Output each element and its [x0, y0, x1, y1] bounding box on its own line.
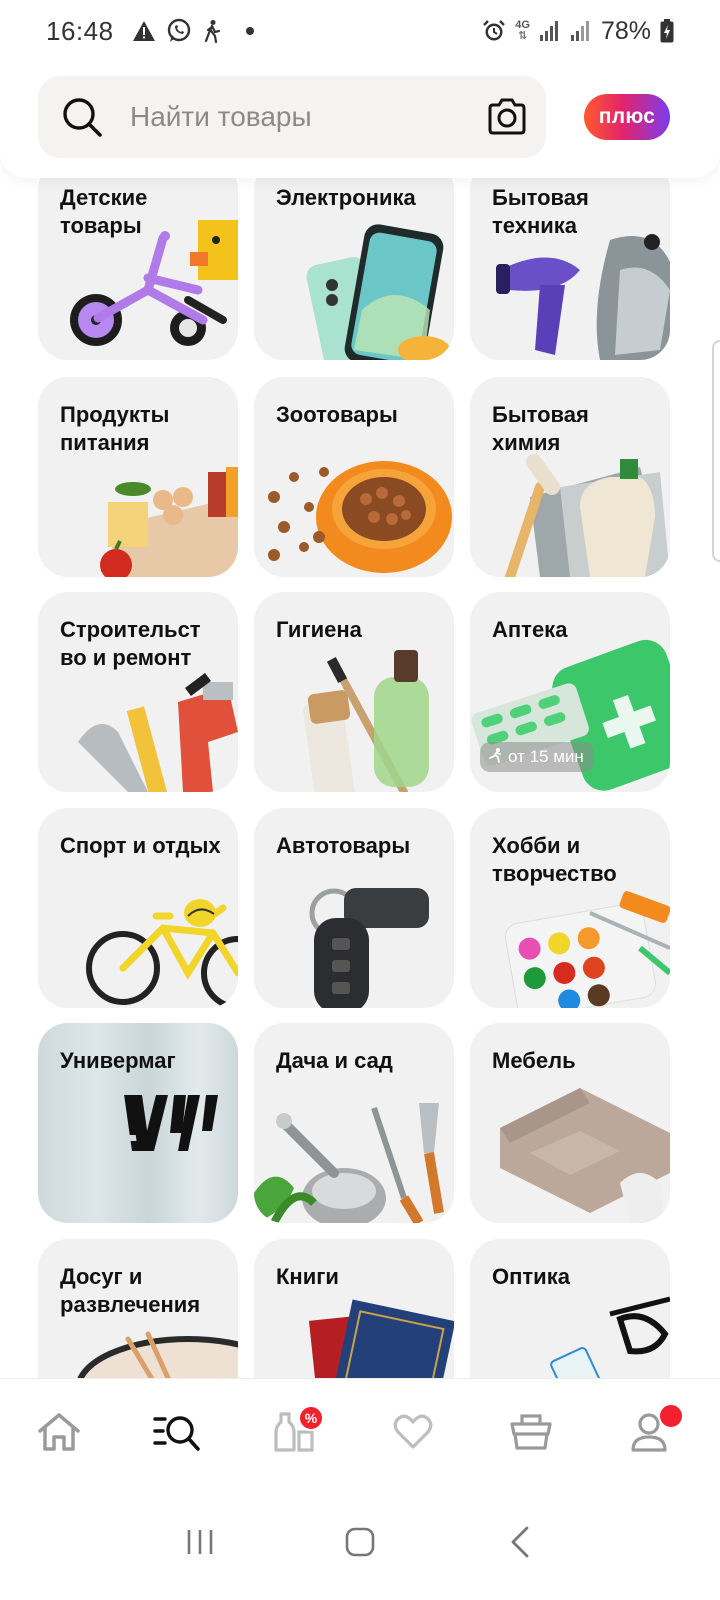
- books-image: [308, 1299, 454, 1378]
- recents-icon: [185, 1528, 215, 1561]
- category-tile-electronics[interactable]: Электроника: [254, 160, 454, 360]
- category-label: Аптека: [492, 617, 568, 642]
- category-tile-hygiene[interactable]: Гигиена: [254, 592, 454, 792]
- delivery-eta-text: от 15 мин: [508, 747, 584, 766]
- category-label: Мебель: [492, 1048, 576, 1073]
- category-label: Универмаг: [60, 1048, 176, 1073]
- bottom-nav: %: [0, 1378, 720, 1488]
- category-label: Хобби и творчество: [492, 833, 617, 886]
- nav-discounts[interactable]: %: [236, 1379, 354, 1489]
- category-label: Строительст во и ремонт: [60, 617, 201, 670]
- category-tile-univermag[interactable]: Универмаг: [38, 1023, 238, 1223]
- search-icon: [60, 95, 104, 139]
- profile-notification-dot: [658, 1403, 684, 1429]
- category-label: Автотовары: [276, 833, 411, 858]
- scroll-handle[interactable]: [712, 340, 720, 562]
- category-label: Электроника: [276, 185, 416, 210]
- category-tile-hobby[interactable]: Хобби и творчество: [470, 808, 670, 1008]
- category-tile-kids[interactable]: Детские товары: [38, 160, 238, 360]
- home-button[interactable]: [330, 1514, 390, 1574]
- nav-home[interactable]: [0, 1379, 118, 1489]
- category-tile-sport[interactable]: Спорт и отдых: [38, 808, 238, 1008]
- back-chevron-icon: [509, 1526, 531, 1563]
- nav-profile[interactable]: [590, 1379, 708, 1489]
- category-tile-auto[interactable]: Автотовары: [254, 808, 454, 1008]
- category-label: Бытовая техника: [492, 185, 589, 238]
- camera-icon[interactable]: [486, 98, 528, 136]
- category-tile-furniture[interactable]: Мебель: [470, 1023, 670, 1223]
- category-grid: Детские товары Электроника Бытовая техни…: [0, 0, 720, 1378]
- category-label: Гигиена: [276, 617, 362, 642]
- category-label: Детские товары: [60, 185, 148, 238]
- delivery-eta-badge: от 15 мин: [480, 742, 594, 772]
- category-tile-pharmacy[interactable]: Аптека от 15 мин: [470, 592, 670, 792]
- nav-favorites[interactable]: [354, 1379, 472, 1489]
- category-label: Оптика: [492, 1264, 570, 1289]
- glasses-lenses-image: [550, 1296, 670, 1378]
- nav-catalog[interactable]: [118, 1379, 236, 1489]
- system-nav: [0, 1488, 720, 1600]
- category-tile-leisure[interactable]: Досуг и развлечения: [38, 1239, 238, 1378]
- discount-badge: %: [298, 1405, 324, 1431]
- category-tile-construction[interactable]: Строительст во и ремонт: [38, 592, 238, 792]
- category-tile-books[interactable]: Книги: [254, 1239, 454, 1378]
- home-square-icon: [345, 1527, 375, 1562]
- running-icon: [488, 747, 504, 768]
- category-label: Продукты питания: [60, 402, 170, 455]
- catalog-search-icon: [153, 1411, 201, 1458]
- recents-button[interactable]: [170, 1514, 230, 1574]
- plus-badge[interactable]: плюс: [584, 94, 670, 140]
- cart-icon: [508, 1412, 554, 1457]
- category-label: Спорт и отдых: [60, 833, 221, 858]
- category-tile-optics[interactable]: Оптика: [470, 1239, 670, 1378]
- header: плюс: [0, 62, 720, 178]
- category-tile-garden[interactable]: Дача и сад: [254, 1023, 454, 1223]
- category-tile-appliances[interactable]: Бытовая техника: [470, 160, 670, 360]
- category-label: Бытовая химия: [492, 402, 589, 455]
- back-button[interactable]: [490, 1514, 550, 1574]
- search-bar[interactable]: [38, 76, 546, 158]
- search-input[interactable]: [130, 76, 470, 158]
- category-tile-pets[interactable]: Зоотовары: [254, 377, 454, 577]
- nav-cart[interactable]: [472, 1379, 590, 1489]
- category-label: Дача и сад: [276, 1048, 393, 1073]
- category-label: Книги: [276, 1264, 339, 1289]
- home-icon: [36, 1411, 82, 1458]
- category-tile-household-chemicals[interactable]: Бытовая химия: [470, 377, 670, 577]
- category-tile-groceries[interactable]: Продукты питания: [38, 377, 238, 577]
- category-label: Зоотовары: [276, 402, 398, 427]
- category-label: Досуг и развлечения: [60, 1264, 201, 1317]
- heart-icon: [393, 1414, 433, 1455]
